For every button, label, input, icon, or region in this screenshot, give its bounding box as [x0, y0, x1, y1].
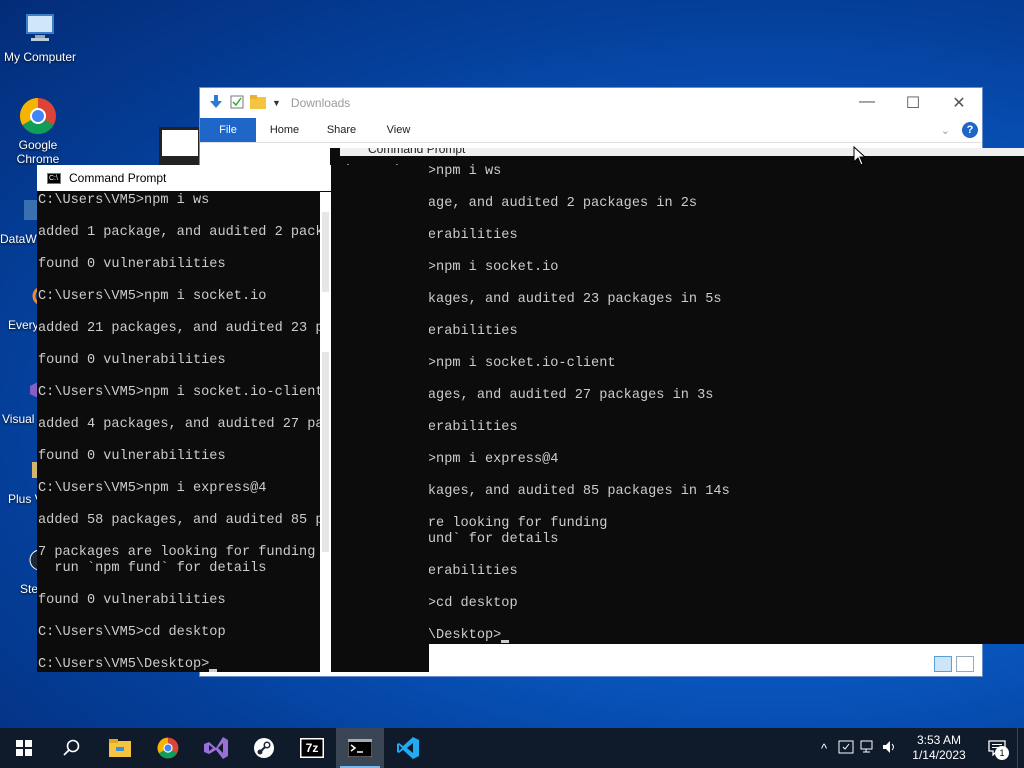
- minimize-button[interactable]: —: [844, 93, 890, 113]
- tab-home[interactable]: Home: [256, 124, 313, 136]
- clock-date: 1/14/2023: [912, 748, 966, 762]
- expand-ribbon-icon[interactable]: ⌄: [941, 124, 950, 137]
- steam-icon: [254, 738, 274, 758]
- console-line: 7 packages are looking for funding: [38, 545, 316, 560]
- file-explorer-icon: [109, 739, 131, 757]
- mouse-cursor-icon: [853, 145, 867, 171]
- taskbar-command-prompt[interactable]: [336, 728, 384, 768]
- details-view-icon[interactable]: [934, 656, 952, 672]
- console-line: C:\Users\VM5>npm i socket.io-client: [38, 385, 320, 400]
- background-window-part: [162, 130, 198, 156]
- taskbar-7zip[interactable]: 7z: [288, 728, 336, 768]
- scrollbar[interactable]: [320, 192, 331, 672]
- desktop-icon-label: Google Chrome: [16, 138, 60, 166]
- back-window-title: Command Prompt: [340, 148, 1024, 156]
- taskbar-steam[interactable]: [240, 728, 288, 768]
- search-icon: [63, 739, 80, 756]
- start-icon: [16, 740, 32, 756]
- chrome-icon: [157, 737, 179, 759]
- console-line: found 0 vulnerabilities: [38, 593, 226, 608]
- taskbar-vscode[interactable]: [384, 728, 432, 768]
- command-prompt-window-back[interactable]: Command Prompt C:\Users\VM5>npm i wsadde…: [330, 148, 1024, 644]
- titlebar-overlap: [331, 165, 429, 191]
- taskbar-chrome[interactable]: [144, 728, 192, 768]
- console-line: added 4 packages, and audited 27 pa: [38, 417, 320, 432]
- desktop-icon-my-computer[interactable]: My Computer: [0, 8, 80, 64]
- 7zip-label: 7z: [305, 741, 319, 755]
- console-line: found 0 vulnerabilities: [38, 449, 226, 464]
- scrollbar-thumb[interactable]: [322, 212, 329, 292]
- console-line: added 1 package, and audited 2 packa: [38, 225, 320, 240]
- network-icon[interactable]: [857, 740, 879, 757]
- start-button[interactable]: [0, 728, 48, 768]
- text-cursor: [501, 640, 510, 643]
- text-cursor: [209, 669, 218, 672]
- taskbar-file-explorer[interactable]: [96, 728, 144, 768]
- console-line: C:\Users\VM5>npm i ws: [38, 193, 210, 208]
- console-line: C:\Users\VM5>npm i socket.io: [38, 289, 267, 304]
- computer-icon: [20, 8, 60, 48]
- console-line: C:\Users\VM5>cd desktop: [38, 625, 226, 640]
- visual-studio-icon: [204, 737, 228, 759]
- down-arrow-icon[interactable]: [208, 94, 224, 113]
- console-line: found 0 vulnerabilities: [38, 353, 226, 368]
- help-icon[interactable]: ?: [962, 122, 978, 138]
- close-button[interactable]: ✕: [936, 93, 982, 113]
- folder-icon[interactable]: [250, 94, 266, 112]
- volume-icon[interactable]: [879, 740, 901, 757]
- taskbar-visual-studio[interactable]: [192, 728, 240, 768]
- tab-file[interactable]: File: [200, 118, 256, 142]
- ribbon-tabs: File Home Share View ⌄ ?: [200, 118, 982, 143]
- scrollbar-thumb-lower: [322, 352, 329, 552]
- command-prompt-icon: C:\: [47, 172, 61, 184]
- large-icons-view-icon[interactable]: [956, 656, 974, 672]
- notification-badge: 1: [995, 746, 1009, 760]
- clock[interactable]: 3:53 AM 1/14/2023: [901, 733, 977, 763]
- chevron-up-icon[interactable]: ^: [813, 741, 835, 756]
- command-prompt-icon: [348, 739, 372, 757]
- command-prompt-window-front[interactable]: C:\ Command Prompt C:\Users\VM5>npm i ws…: [37, 165, 429, 672]
- search-button[interactable]: [48, 728, 96, 768]
- security-icon[interactable]: [835, 740, 857, 757]
- console-output[interactable]: C:\Users\VM5>npm i ws added 1 package, an…: [38, 193, 320, 673]
- explorer-titlebar[interactable]: ▼ Downloads — ☐ ✕: [200, 88, 982, 118]
- chrome-icon: [18, 96, 58, 136]
- console-line: C:\Users\VM5>npm i express@4: [38, 481, 267, 496]
- maximize-button[interactable]: ☐: [890, 93, 936, 113]
- tab-view[interactable]: View: [370, 124, 427, 136]
- console-line: run `npm fund` for details: [38, 561, 267, 576]
- console-line: added 58 packages, and audited 85 pa: [38, 513, 320, 528]
- show-desktop-button[interactable]: [1017, 728, 1024, 768]
- chevron-down-icon[interactable]: ▼: [272, 98, 281, 108]
- window-title: Command Prompt: [69, 171, 167, 185]
- tab-share[interactable]: Share: [313, 124, 370, 136]
- vscode-icon: [397, 737, 419, 759]
- properties-icon[interactable]: [230, 95, 244, 112]
- notification-center-button[interactable]: 1: [977, 728, 1017, 768]
- desktop-icon-google-chrome[interactable]: Google Chrome: [0, 96, 78, 166]
- clock-time: 3:53 AM: [916, 733, 962, 747]
- taskbar: 7z ^ 3:53 AM 1/14/2023 1: [0, 728, 1024, 768]
- command-prompt-titlebar[interactable]: C:\ Command Prompt: [37, 165, 331, 191]
- console-line: C:\Users\VM5\Desktop>: [38, 657, 320, 673]
- console-line: found 0 vulnerabilities: [38, 257, 226, 272]
- system-tray: ^ 3:53 AM 1/14/2023 1: [813, 728, 1024, 768]
- window-title: Downloads: [290, 96, 351, 110]
- desktop-icon-label: My Computer: [3, 50, 77, 64]
- console-line: added 21 packages, and audited 23 pa: [38, 321, 320, 336]
